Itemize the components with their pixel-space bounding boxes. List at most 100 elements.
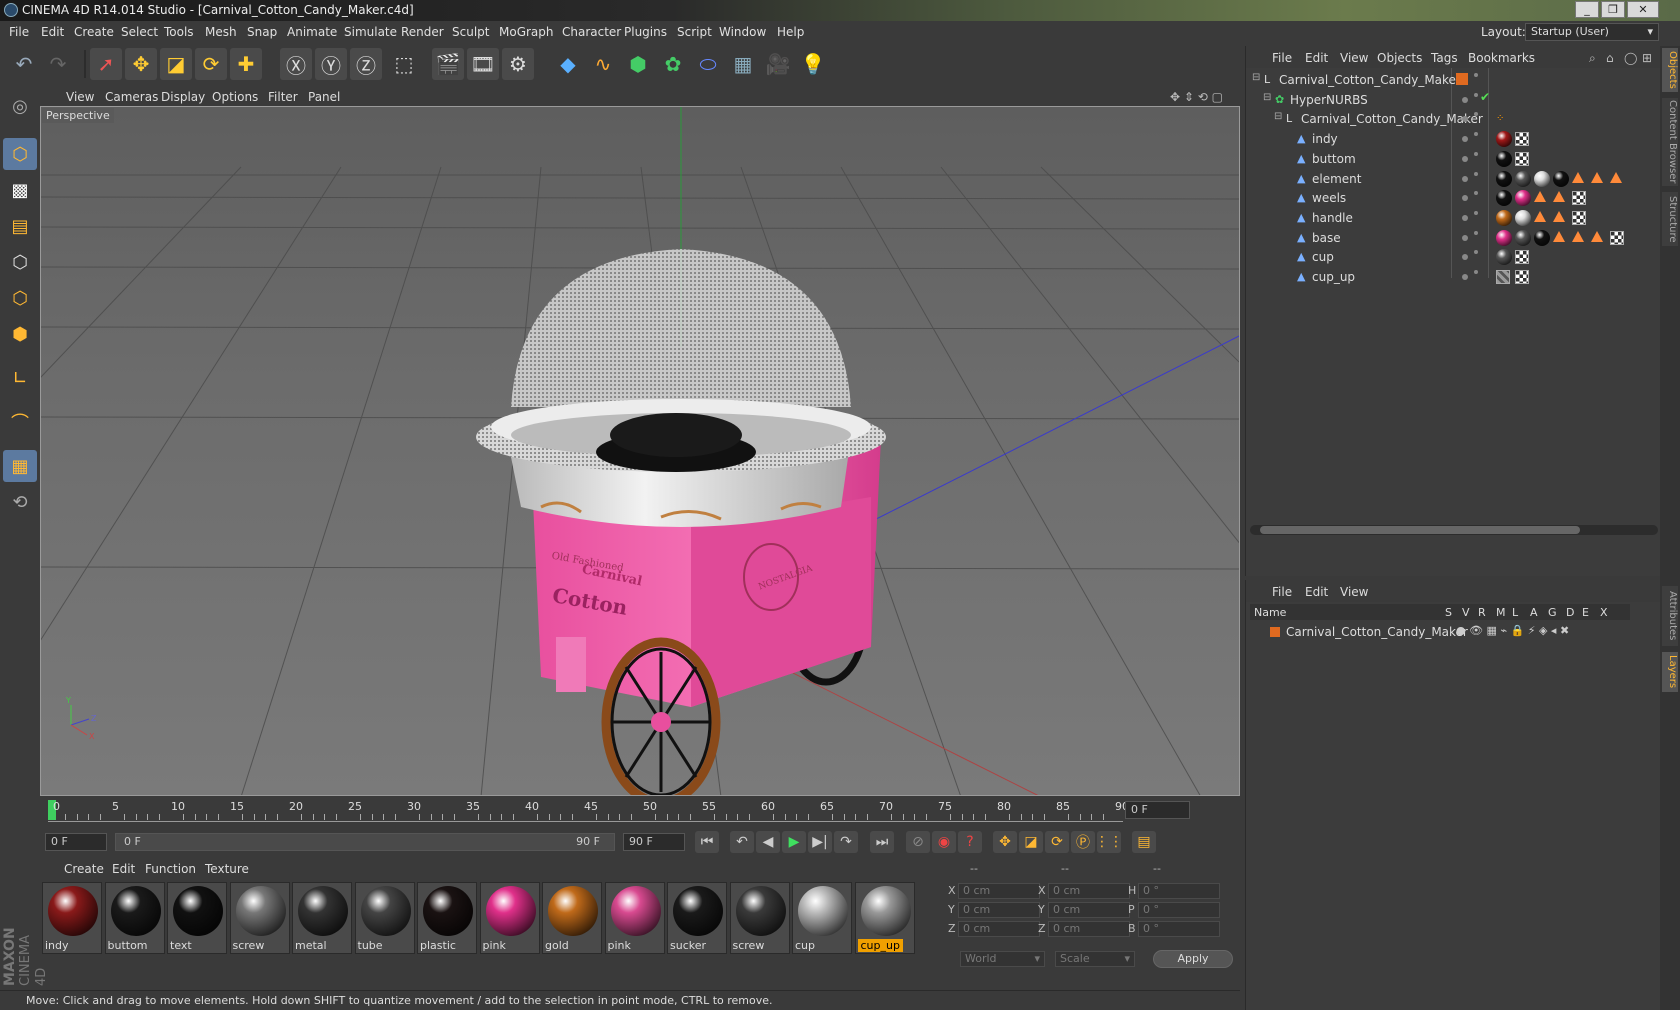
polygons-mode-icon[interactable]: ⬢	[3, 318, 37, 350]
expand-toggle-icon[interactable]: ⊟	[1263, 92, 1271, 103]
object-name[interactable]: buttom	[1312, 152, 1356, 166]
selection-tag-icon[interactable]	[1572, 171, 1584, 183]
menu-mograph[interactable]: MoGraph	[499, 25, 554, 39]
autokey-icon[interactable]: ◉	[932, 831, 956, 853]
new-window-icon[interactable]: ⊞	[1642, 51, 1652, 65]
scrollbar-thumb[interactable]	[1260, 526, 1580, 534]
coord-value-field[interactable]: 0 °	[1138, 883, 1220, 899]
tweak-mode-icon[interactable]: ⌒	[3, 406, 37, 438]
material-swatch[interactable]: plastic	[417, 882, 477, 954]
selection-tag-icon[interactable]	[1591, 171, 1603, 183]
uvw-tag-icon[interactable]	[1572, 191, 1586, 206]
key-parameter-icon[interactable]: Ⓟ	[1071, 831, 1095, 853]
selection-tag-icon[interactable]	[1610, 171, 1622, 183]
menu-edit[interactable]: Edit	[41, 25, 64, 39]
object-name[interactable]: Carnival_Cotton_Candy_Maker	[1279, 73, 1461, 87]
object-name[interactable]: handle	[1312, 211, 1353, 225]
mat-menu-function[interactable]: Function	[145, 862, 196, 876]
material-tag-icon[interactable]	[1496, 209, 1512, 226]
end-frame-field[interactable]: 90 F	[623, 833, 685, 851]
render-visibility-dot[interactable]	[1474, 171, 1478, 176]
material-swatch[interactable]: gold	[542, 882, 602, 954]
coord-value-field[interactable]: 0 °	[1138, 902, 1220, 918]
key-rotation-icon[interactable]: ⟳	[1045, 831, 1069, 853]
deformer-icon[interactable]: ⬭	[692, 48, 724, 80]
visibility-dot[interactable]	[1462, 155, 1468, 162]
object-row[interactable]: •▲element	[1246, 169, 1661, 189]
material-swatch[interactable]: metal	[292, 882, 352, 954]
material-swatch[interactable]: screw	[729, 882, 790, 954]
tab-objects[interactable]: Objects	[1662, 48, 1678, 92]
object-name[interactable]: cup	[1312, 250, 1334, 264]
texture-tag-icon[interactable]: ⁘	[1496, 113, 1504, 124]
next-key-icon[interactable]: ↷	[834, 831, 858, 853]
material-swatch[interactable]: text	[167, 882, 227, 954]
layer-column-g[interactable]: G	[1548, 606, 1557, 619]
menu-sculpt[interactable]: Sculpt	[452, 25, 489, 39]
object-name[interactable]: element	[1312, 172, 1361, 186]
apply-button[interactable]: Apply	[1153, 950, 1233, 968]
layer-column-m[interactable]: M	[1496, 606, 1506, 619]
tab-layers[interactable]: Layers	[1662, 652, 1678, 692]
play-icon[interactable]: ▶	[782, 831, 806, 853]
menu-help[interactable]: Help	[777, 25, 804, 39]
render-view-icon[interactable]: 🎬	[432, 48, 464, 80]
material-swatch[interactable]: tube	[354, 882, 415, 954]
expand-toggle-icon[interactable]: ⊟	[1274, 111, 1282, 122]
record-keys-icon[interactable]: ⊘	[906, 831, 930, 853]
edges-mode-icon[interactable]: ⬡	[3, 282, 37, 314]
uvw-tag-icon[interactable]	[1515, 250, 1529, 265]
selection-tag-icon[interactable]	[1553, 191, 1565, 203]
layout-dropdown[interactable]: Startup (User) ▾	[1525, 23, 1659, 41]
key-pla-icon[interactable]: ⋮⋮	[1095, 831, 1123, 853]
create-object-icon[interactable]: ✚	[230, 48, 262, 80]
vp-navigation-icons[interactable]: ✥ ⇕ ⟲ ▢	[1170, 90, 1223, 104]
render-picture-viewer-icon[interactable]: 🎞	[467, 48, 499, 80]
visibility-dot[interactable]	[1462, 274, 1468, 280]
material-tag-icon[interactable]	[1496, 150, 1512, 167]
timeline-ruler[interactable]: 0 5 10 15 20 25 30 35 40 45 50 55 60 65 70 75 80 85 90	[48, 800, 1129, 822]
vp-menu-display[interactable]: Display	[161, 90, 205, 104]
workplane-mode-icon[interactable]: ▤	[3, 210, 37, 242]
y-axis-icon[interactable]: Ⓨ	[315, 48, 347, 80]
layer-filter-icon[interactable]: ◯	[1624, 51, 1637, 65]
layer-column-name[interactable]: Name	[1254, 606, 1286, 619]
object-name[interactable]: cup_up	[1312, 270, 1355, 284]
mat-menu-edit[interactable]: Edit	[112, 862, 135, 876]
x-axis-icon[interactable]: Ⓧ	[280, 48, 312, 80]
object-name[interactable]: weels	[1312, 191, 1346, 205]
object-row[interactable]: •▲indy	[1246, 129, 1661, 149]
material-tag-icon[interactable]	[1553, 170, 1569, 187]
world-dropdown[interactable]: World ▾	[960, 951, 1045, 967]
timeline[interactable]: 0 5 10 15 20 25 30 35 40 45 50 55 60 65 70 75 80 85 90 0 F	[40, 798, 1240, 828]
snap-icon[interactable]: ▦	[3, 450, 37, 482]
undo-icon[interactable]: ↶	[8, 48, 40, 80]
object-row[interactable]: ⊟ ✿ HyperNURBS ✔	[1246, 90, 1661, 110]
layer-column-l[interactable]: L	[1512, 606, 1518, 619]
home-icon[interactable]: ⌂	[1606, 51, 1614, 65]
visibility-dot[interactable]	[1462, 234, 1468, 241]
close-button[interactable]: ✕	[1627, 1, 1659, 18]
material-tag-icon[interactable]	[1534, 229, 1550, 246]
material-swatch[interactable]: pink	[604, 882, 665, 954]
expand-toggle-icon[interactable]: ⊟	[1252, 72, 1260, 83]
menu-create[interactable]: Create	[74, 25, 114, 39]
layer-column-s[interactable]: S	[1445, 606, 1452, 619]
render-visibility-dot[interactable]	[1474, 92, 1478, 97]
make-editable-icon[interactable]: ◎	[3, 90, 37, 122]
object-name[interactable]: Carnival_Cotton_Candy_Maker	[1301, 112, 1483, 126]
vp-menu-view[interactable]: View	[66, 90, 94, 104]
tab-attributes[interactable]: Attributes	[1662, 586, 1678, 646]
light-icon[interactable]: 💡	[797, 48, 829, 80]
move-icon[interactable]: ✥	[125, 48, 157, 80]
visibility-dot[interactable]	[1462, 254, 1468, 261]
render-visibility-dot[interactable]	[1474, 270, 1478, 274]
layer-column-a[interactable]: A	[1530, 606, 1538, 619]
material-swatch[interactable]: indy	[42, 882, 102, 954]
render-visibility-dot[interactable]	[1474, 210, 1478, 215]
layer-menu-file[interactable]: File	[1272, 585, 1292, 599]
workplane-lock-icon[interactable]: ⟲	[3, 486, 37, 518]
scale-dropdown[interactable]: Scale ▾	[1055, 951, 1135, 967]
nurbs-icon[interactable]: ⬢	[622, 48, 654, 80]
obj-menu-tags[interactable]: Tags	[1431, 51, 1458, 65]
